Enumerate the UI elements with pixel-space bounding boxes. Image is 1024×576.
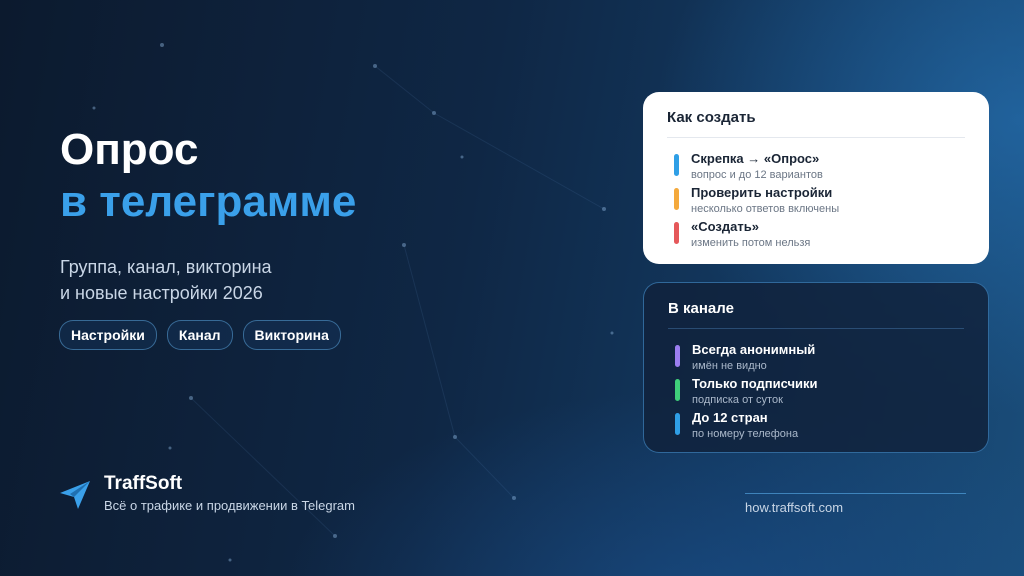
accent-bar [674,154,679,176]
divider [745,493,966,494]
tag-quiz[interactable]: Викторина [242,320,341,350]
list-item: Проверить настройки несколько ответов вк… [674,185,839,219]
tag-channel[interactable]: Канал [166,320,233,350]
list-item: Всегда анонимный имён не видно [675,342,818,376]
divider [668,328,964,329]
accent-bar [674,188,679,210]
item-subtitle: изменить потом нельзя [691,237,811,249]
item-title: До 12 стран [692,410,768,425]
page-title: Опрос в телеграмме [60,124,356,228]
list-item: «Создать» изменить потом нельзя [674,219,839,253]
tag-list: Настройки Канал Викторина [59,320,341,350]
item-title: «Создать» [691,219,759,234]
list-item: До 12 стран по номеру телефона [675,410,818,444]
item-subtitle: несколько ответов включены [691,203,840,215]
telegram-plane-icon [60,481,90,509]
item-title: Проверить настройки [691,185,833,200]
card-title: В канале [668,300,734,317]
list-item: Только подписчики подписка от суток [675,376,818,410]
brand-tagline: Всё о трафике и продвижении в Telegram [104,498,355,513]
accent-bar [675,345,680,367]
accent-bar [675,413,680,435]
site-url[interactable]: how.traffsoft.com [745,500,843,515]
accent-bar [675,379,680,401]
how-to-create-card: Как создать Скрепка → «Опрос» вопрос и д… [643,92,989,264]
in-channel-card: В канале Всегда анонимный имён не видно … [643,282,989,453]
title-line-1: Опрос [60,125,199,174]
subtitle: Группа, канал, викторина и новые настрой… [60,254,272,306]
divider [667,137,965,138]
item-subtitle: имён не видно [692,360,767,372]
item-subtitle: подписка от суток [692,394,783,406]
item-subtitle: вопрос и до 12 вариантов [691,169,823,181]
item-title: Скрепка → «Опрос» [691,151,820,166]
card-title: Как создать [667,109,756,126]
subtitle-line-2: и новые настройки 2026 [60,283,263,303]
brand-block: TraffSoft Всё о трафике и продвижении в … [58,473,355,513]
brand-name: TraffSoft [104,473,183,494]
item-title: Только подписчики [692,376,818,391]
title-line-2: в телеграмме [60,177,357,226]
tag-settings[interactable]: Настройки [59,320,157,350]
item-subtitle: по номеру телефона [692,428,799,440]
subtitle-line-1: Группа, канал, викторина [60,257,272,277]
list-item: Скрепка → «Опрос» вопрос и до 12 вариант… [674,151,839,185]
accent-bar [674,222,679,244]
item-title: Всегда анонимный [692,342,816,357]
